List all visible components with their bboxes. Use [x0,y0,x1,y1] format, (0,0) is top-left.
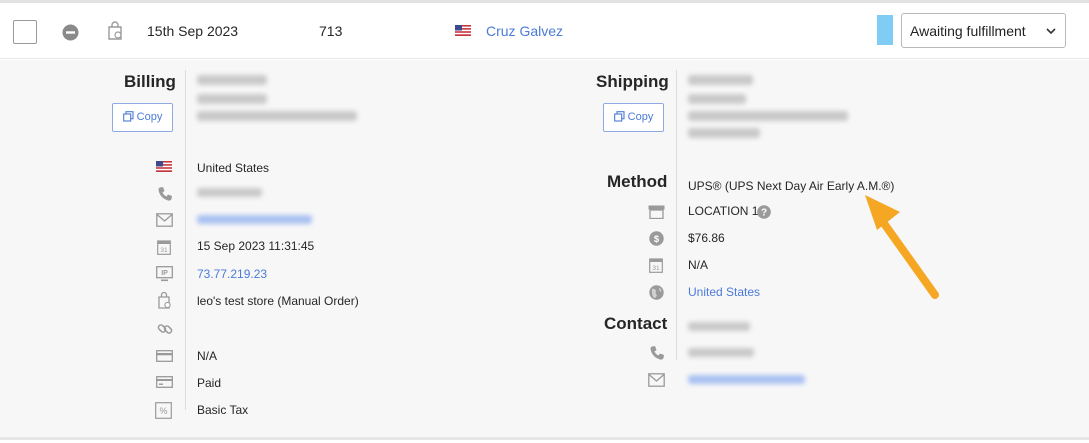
svg-text:$: $ [654,234,660,245]
billing-street-redacted [197,94,267,104]
billing-payment-status: Paid [197,376,222,390]
status-select[interactable]: Awaiting fulfillment [901,13,1066,48]
payment-card-icon [156,376,173,388]
billing-country: United States [197,161,270,175]
svg-text:31: 31 [652,265,660,272]
billing-copy-button[interactable]: Copy [112,103,173,132]
billing-tax: Basic Tax [197,403,249,417]
shipping-title: Shipping [596,72,669,91]
copy-icon [122,111,134,122]
shipping-location: LOCATION 1 [688,204,759,218]
price-coin-icon: $ [649,231,664,246]
shipping-street-redacted [688,94,746,104]
contact-name-redacted [688,322,750,331]
shipping-copy-label: Copy [627,111,654,123]
us-flag-icon [156,161,172,172]
tax-percent-icon: % [155,402,172,419]
link-icon [157,324,173,334]
svg-text:31: 31 [160,247,168,254]
copy-icon [613,111,625,122]
billing-city-redacted [197,111,357,121]
contact-title: Contact [604,314,668,333]
select-checkbox[interactable] [13,20,37,44]
calendar-icon: 31 [649,258,663,273]
billing-name-redacted [197,75,267,85]
billing-phone-redacted [197,188,262,197]
shipping-city-redacted [688,111,848,121]
shipping-country-link[interactable]: United States [688,285,760,299]
envelope-icon [648,373,665,387]
store-icon [648,205,665,219]
annotation-arrow [865,195,939,299]
shipping-copy-button[interactable]: Copy [603,103,664,132]
calendar-icon: 31 [157,240,171,255]
credit-card-icon [156,350,173,362]
shipping-date: N/A [688,258,709,272]
method-title: Method [607,172,668,191]
phone-icon [650,346,664,360]
order-row[interactable]: 15th Sep 2023 713 Cruz Galvez Awaiting f… [0,3,1089,59]
chevron-down-icon [1046,28,1056,35]
collapse-icon[interactable] [62,24,79,41]
svg-text:IP: IP [161,270,168,277]
ip-monitor-icon: IP [156,266,173,282]
shipping-country-redacted [688,128,760,138]
bottom-rule [0,437,1089,440]
store-bag-icon [158,292,171,309]
billing-date: 15 Sep 2023 11:31:45 [197,239,315,253]
order-date: 15th Sep 2023 [147,23,239,39]
phone-icon [158,187,172,201]
billing-divider [185,70,186,410]
us-flag-icon [455,25,471,36]
shipping-divider [676,70,677,360]
order-id: 713 [319,23,343,39]
billing-store: leo's test store (Manual Order) [197,294,359,308]
status-select-value: Awaiting fulfillment [910,23,1026,39]
billing-ip-link[interactable]: 73.77.219.23 [197,267,267,281]
svg-text:?: ? [761,208,767,219]
billing-title: Billing [124,72,176,91]
shopping-bag-icon [108,21,122,40]
globe-icon [649,285,664,300]
customer-name-link[interactable]: Cruz Galvez [486,23,563,39]
help-icon[interactable]: ? [757,205,771,219]
billing-payment-method: N/A [197,349,218,363]
billing-email-redacted [197,215,312,224]
shipping-cost: $76.86 [688,231,725,245]
svg-text:%: % [159,406,167,416]
billing-copy-label: Copy [136,111,163,123]
contact-phone-redacted [688,348,754,357]
status-color-swatch [877,15,893,45]
contact-email-redacted [688,375,805,384]
shipping-name-redacted [688,75,753,85]
envelope-icon [156,213,173,227]
